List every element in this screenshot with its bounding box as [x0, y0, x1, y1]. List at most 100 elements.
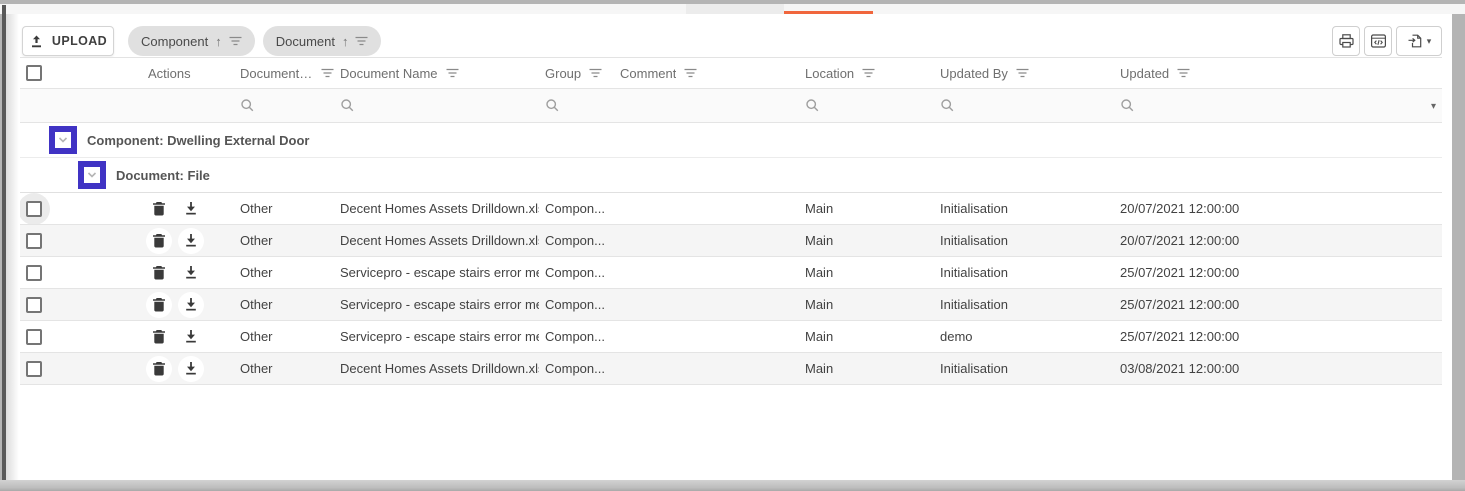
column-menu-icon[interactable] [684, 68, 697, 78]
row-checkbox[interactable] [26, 201, 42, 217]
filter-operator-chevron-icon[interactable]: ▾ [1431, 101, 1436, 112]
download-button[interactable] [178, 228, 204, 254]
column-header-actions[interactable]: Actions [142, 58, 234, 88]
column-menu-icon[interactable] [446, 68, 459, 78]
filter-cell-location[interactable] [799, 89, 934, 122]
search-icon[interactable] [545, 98, 560, 113]
delete-button[interactable] [146, 292, 172, 318]
grid-filter-row: ▾ [20, 89, 1442, 123]
column-header-doc_type[interactable]: Document ... [234, 58, 334, 88]
filter-cell-doc_type[interactable] [234, 89, 334, 122]
download-button[interactable] [178, 292, 204, 318]
cell-location: Main [799, 321, 934, 352]
cell-doc_name: Decent Homes Assets Drilldown.xlsx [334, 353, 539, 384]
row-select-cell [20, 321, 142, 352]
row-actions-cell [142, 257, 234, 288]
column-menu-icon[interactable] [589, 68, 602, 78]
download-button[interactable] [178, 196, 204, 222]
column-menu-icon[interactable] [1016, 68, 1029, 78]
column-header-label: Document Name [340, 66, 438, 81]
app-screen: UPLOAD Component ↑ Document ↑ [0, 0, 1465, 491]
search-icon[interactable] [1120, 98, 1135, 113]
table-row: OtherDecent Homes Assets Drilldown.xlsxC… [20, 193, 1442, 225]
column-header-updated_by[interactable]: Updated By [934, 58, 1114, 88]
download-button[interactable] [178, 324, 204, 350]
row-checkbox[interactable] [26, 361, 42, 377]
column-menu-icon[interactable] [1177, 68, 1190, 78]
cell-doc_type: Other [234, 225, 334, 256]
download-button[interactable] [178, 356, 204, 382]
cell-doc_name: Servicepro - escape stairs error mes... [334, 321, 539, 352]
cell-updated: 20/07/2021 12:00:00 [1114, 225, 1442, 256]
select-all-checkbox[interactable] [26, 65, 42, 81]
column-header-select [20, 58, 142, 88]
column-header-group[interactable]: Group [539, 58, 614, 88]
row-checkbox[interactable] [26, 329, 42, 345]
row-actions-cell [142, 193, 234, 224]
cell-comment [614, 353, 799, 384]
upload-icon [29, 34, 44, 49]
filter-cell-updated_by[interactable] [934, 89, 1114, 122]
cell-group: Compon... [539, 321, 614, 352]
group-chip-label: Document [276, 34, 335, 49]
search-icon[interactable] [340, 98, 355, 113]
table-row: OtherServicepro - escape stairs error me… [20, 321, 1442, 353]
search-icon[interactable] [940, 98, 955, 113]
row-select-cell [20, 289, 142, 320]
row-actions-cell [142, 353, 234, 384]
documents-grid: ActionsDocument ... Document Name Group Com… [20, 57, 1442, 385]
window-bottom-edge [0, 480, 1465, 491]
cell-updated: 25/07/2021 12:00:00 [1114, 321, 1442, 352]
export-button[interactable]: ▾ [1396, 26, 1442, 56]
column-menu-icon[interactable] [321, 68, 334, 78]
cell-group: Compon... [539, 353, 614, 384]
row-checkbox[interactable] [26, 297, 42, 313]
cell-updated_by: demo [934, 321, 1114, 352]
print-button[interactable] [1332, 26, 1360, 56]
download-icon [184, 329, 198, 344]
filter-cell-updated[interactable] [1114, 89, 1442, 122]
document-grid-panel: UPLOAD Component ↑ Document ↑ [6, 14, 1452, 480]
chevron-down-icon[interactable] [56, 133, 70, 147]
column-header-label: Group [545, 66, 581, 81]
row-checkbox[interactable] [26, 233, 42, 249]
row-select-cell [20, 257, 142, 288]
group-row-component: Component: Dwelling External Door [20, 123, 1442, 158]
column-header-location[interactable]: Location [799, 58, 934, 88]
browser-strip [0, 4, 1465, 14]
group-chip-document[interactable]: Document ↑ [263, 26, 382, 56]
row-checkbox[interactable] [26, 265, 42, 281]
column-header-updated[interactable]: Updated [1114, 58, 1442, 88]
search-icon[interactable] [805, 98, 820, 113]
cell-doc_type: Other [234, 353, 334, 384]
upload-button[interactable]: UPLOAD [22, 26, 114, 56]
search-icon[interactable] [240, 98, 255, 113]
filter-cell-group[interactable] [539, 89, 614, 122]
delete-button[interactable] [146, 260, 172, 286]
group-row-label: Document: File [116, 168, 210, 183]
download-button[interactable] [178, 260, 204, 286]
cell-group: Compon... [539, 289, 614, 320]
delete-button[interactable] [146, 196, 172, 222]
toolbar-right-actions: ▾ [1332, 26, 1442, 56]
column-menu-icon[interactable] [862, 68, 875, 78]
download-icon [184, 201, 198, 216]
browser-tab-remnant [686, 4, 784, 14]
delete-button[interactable] [146, 356, 172, 382]
trash-icon [152, 329, 166, 344]
filter-cell-doc_name[interactable] [334, 89, 539, 122]
delete-button[interactable] [146, 228, 172, 254]
column-header-doc_name[interactable]: Document Name [334, 58, 539, 88]
cell-doc_name: Servicepro - escape stairs error mes... [334, 257, 539, 288]
chevron-down-icon[interactable] [85, 168, 99, 182]
trash-icon [152, 297, 166, 312]
row-select-cell [20, 193, 142, 224]
cell-updated_by: Initialisation [934, 257, 1114, 288]
report-code-button[interactable] [1364, 26, 1392, 56]
cell-comment [614, 225, 799, 256]
cell-doc_type: Other [234, 289, 334, 320]
group-chip-component[interactable]: Component ↑ [128, 26, 255, 56]
delete-button[interactable] [146, 324, 172, 350]
column-header-comment[interactable]: Comment [614, 58, 799, 88]
cell-doc_name: Decent Homes Assets Drilldown.xlsx [334, 225, 539, 256]
